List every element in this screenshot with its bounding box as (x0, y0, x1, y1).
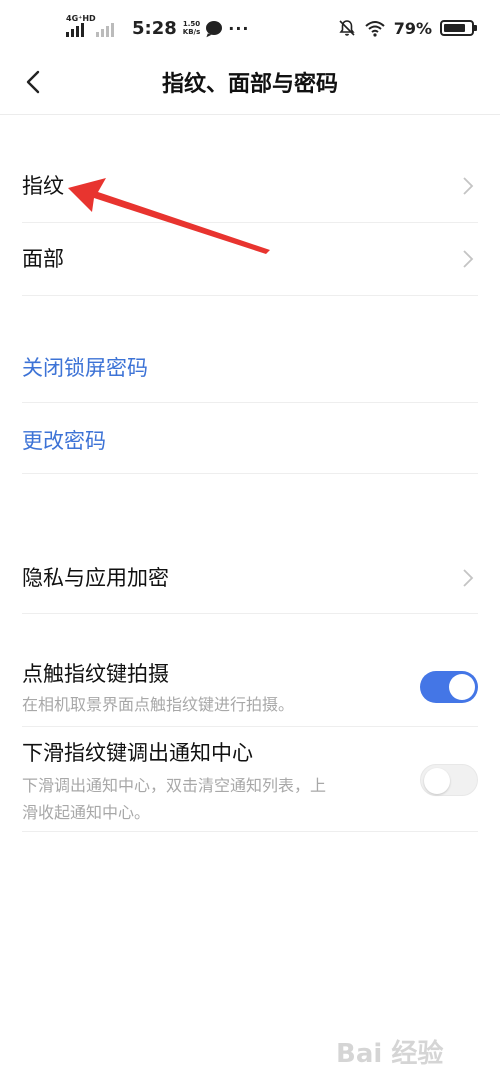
chevron-right-icon (463, 177, 474, 195)
change-password-row[interactable]: 更改密码 (22, 403, 478, 473)
network-type: 4G⁺HD (66, 14, 96, 23)
touch-shoot-toggle[interactable] (420, 671, 478, 703)
speed-value: 1.50 (182, 20, 201, 28)
close-lock-password-label: 关闭锁屏密码 (22, 356, 148, 380)
signal-2-icon (96, 17, 118, 39)
swipe-notify-desc-line1: 下滑调出通知中心，双击清空通知列表，上 (22, 776, 327, 795)
divider (22, 473, 478, 474)
privacy-app-encryption-row[interactable]: 隐私与应用加密 (22, 540, 478, 613)
status-bar: 4G⁺HD 5:28 1.50 KB/s ··· 79% (0, 0, 500, 56)
clock: 5:28 (132, 17, 177, 39)
chevron-right-icon (463, 250, 474, 268)
header: 指纹、面部与密码 (0, 56, 500, 106)
change-password-label: 更改密码 (22, 429, 106, 453)
close-lock-password-row[interactable]: 关闭锁屏密码 (22, 332, 478, 402)
more-notifications: ··· (228, 18, 250, 38)
status-right: 79% (338, 14, 477, 42)
divider (22, 831, 478, 832)
speed-unit: KB/s (182, 28, 201, 36)
swipe-notify-row: 下滑指纹键调出通知中心 下滑调出通知中心，双击清空通知列表，上 滑收起通知中心。 (22, 727, 478, 831)
header-divider (0, 114, 500, 115)
touch-shoot-row: 点触指纹键拍摄 在相机取景界面点触指纹键进行拍摄。 (22, 614, 478, 726)
watermark-logo: Bai 经验 (336, 1038, 443, 1069)
battery-icon (440, 20, 477, 36)
face-label: 面部 (22, 247, 64, 271)
swipe-notify-label: 下滑指纹键调出通知中心 (22, 741, 253, 765)
face-row[interactable]: 面部 (22, 223, 478, 295)
battery-percent: 79% (393, 18, 432, 38)
network-speed: 1.50 KB/s (183, 20, 200, 36)
wifi-icon (365, 21, 385, 37)
watermark-text: Bai 经验 (336, 1038, 443, 1069)
message-icon (206, 21, 223, 35)
privacy-label: 隐私与应用加密 (22, 566, 169, 590)
swipe-notify-desc-line2: 滑收起通知中心。 (22, 803, 151, 822)
fingerprint-row[interactable]: 指纹 (22, 152, 478, 222)
signal-icon: 4G⁺HD (66, 15, 96, 39)
divider (22, 295, 478, 296)
swipe-notify-toggle[interactable] (420, 764, 478, 796)
status-left: 4G⁺HD 5:28 1.50 KB/s ··· (66, 14, 250, 42)
touch-shoot-desc: 在相机取景界面点触指纹键进行拍摄。 (22, 695, 295, 714)
fingerprint-label: 指纹 (22, 174, 64, 198)
page-title: 指纹、面部与密码 (161, 72, 338, 97)
touch-shoot-label: 点触指纹键拍摄 (22, 662, 169, 686)
bell-muted-icon (339, 20, 355, 36)
baidu-watermark: Bai 经验 (332, 1030, 482, 1074)
chevron-right-icon (463, 569, 474, 587)
